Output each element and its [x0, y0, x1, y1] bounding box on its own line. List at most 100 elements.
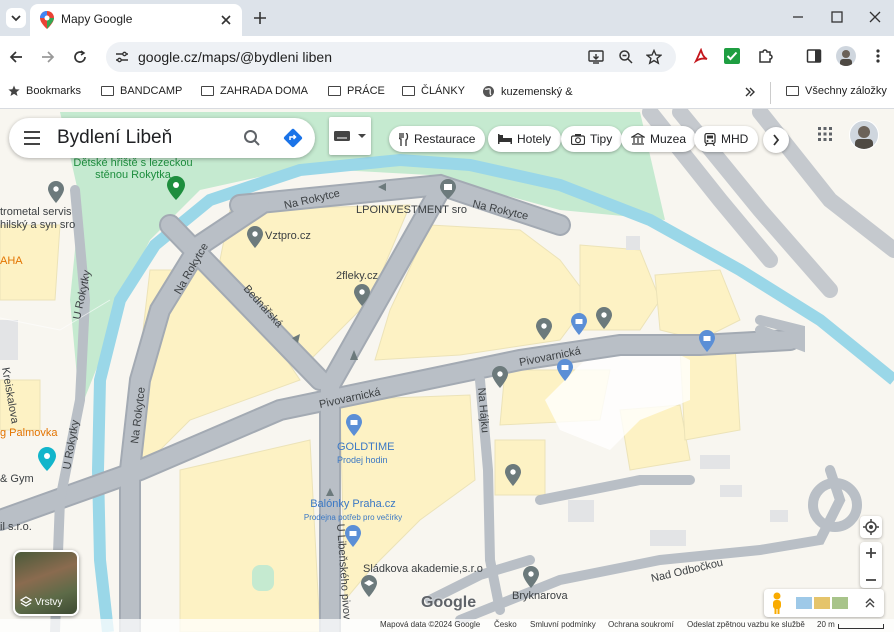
scale-label[interactable]: 20 m — [817, 620, 835, 629]
person-icon — [840, 50, 852, 66]
gray-pin-icon[interactable] — [247, 226, 263, 248]
chip-tipy[interactable]: Tipy — [561, 126, 623, 152]
chip-label: Tipy — [590, 132, 613, 146]
minimize-icon[interactable] — [791, 10, 805, 24]
poi-label-lpoinvestment[interactable]: LPOINVESTMENT sro — [356, 204, 467, 216]
imagery-thumbnail[interactable] — [814, 597, 830, 609]
chevron-down-icon — [11, 15, 21, 22]
gray-pin-icon[interactable] — [536, 318, 552, 340]
shopping-pin-icon[interactable] — [571, 313, 587, 335]
shopping-pin-icon[interactable] — [699, 330, 715, 352]
gray-pin-icon[interactable] — [505, 464, 521, 486]
expand-up-icon[interactable] — [864, 597, 876, 609]
chip-muzea[interactable]: Muzea — [621, 126, 697, 152]
apps-grid-icon[interactable] — [818, 127, 832, 141]
search-input[interactable]: Bydlení Libeň — [57, 127, 172, 149]
poi-label-trometal[interactable]: trometal servis hilský a syn sro — [0, 206, 75, 232]
maximize-icon[interactable] — [830, 10, 844, 24]
shopping-pin-icon[interactable] — [345, 525, 361, 547]
poi-label-2fleky[interactable]: 2fleky.cz — [336, 270, 378, 282]
menu-dots-icon[interactable] — [873, 48, 883, 64]
shopping-pin-icon[interactable] — [557, 359, 573, 381]
transit-pin-icon[interactable] — [38, 447, 56, 471]
shopping-pin-icon[interactable] — [346, 414, 362, 436]
extensions-puzzle-icon[interactable] — [757, 48, 773, 64]
zoom-icon[interactable] — [618, 49, 634, 65]
tab-search-button[interactable] — [6, 8, 26, 28]
pdf-extension-icon[interactable] — [693, 48, 709, 64]
map-canvas[interactable]: Na Rokytce Na Rokytce Na Rokytce Na Roky… — [0, 109, 894, 632]
poi-label-playground[interactable]: Dětské hřiště s lezeckou stěnou Rokytka — [58, 157, 208, 181]
country-link[interactable]: Česko — [494, 620, 517, 629]
gray-pin-icon[interactable] — [523, 566, 539, 588]
pegman-icon[interactable] — [770, 592, 784, 614]
structure — [0, 320, 18, 360]
person-icon — [855, 126, 873, 149]
directions-icon[interactable] — [283, 128, 303, 148]
poi-title: Balónky Praha.cz — [310, 498, 396, 510]
close-window-icon[interactable] — [868, 10, 882, 24]
poi-label-goldtime[interactable]: GOLDTIME Prodej hodin — [337, 440, 394, 466]
gray-pin-icon[interactable] — [354, 284, 370, 306]
bookmark-star-icon[interactable] — [646, 49, 662, 65]
hamburger-menu-icon[interactable] — [23, 130, 41, 146]
privacy-link[interactable]: Ochrana soukromí — [608, 620, 674, 629]
gray-pin-icon[interactable] — [48, 181, 64, 203]
poi-label-balonky[interactable]: Balónky Praha.cz Prodejna potřeb pro več… — [283, 497, 423, 524]
poi-label-gym[interactable]: & Gym — [0, 473, 34, 485]
install-app-icon[interactable] — [588, 49, 604, 65]
new-tab-icon[interactable] — [252, 10, 268, 26]
chips-next-button[interactable] — [763, 127, 789, 153]
imagery-thumbnail[interactable] — [832, 597, 848, 609]
more-bookmarks-icon[interactable] — [744, 86, 756, 98]
bookmark-bandcamp[interactable]: BANDCAMP — [101, 85, 182, 97]
chip-hotely[interactable]: Hotely — [488, 126, 562, 152]
bookmark-prace[interactable]: PRÁCE — [328, 85, 385, 97]
bookmark-clanky[interactable]: ČLÁNKY — [402, 85, 465, 97]
zoom-controls — [860, 542, 882, 588]
bookmark-label: kuzemenský & — [501, 85, 573, 98]
account-avatar[interactable] — [849, 120, 879, 150]
address-bar[interactable]: google.cz/maps/@bydleni liben — [106, 42, 676, 72]
gray-pin-icon[interactable] — [492, 366, 508, 388]
feedback-link[interactable]: Odeslat zpětnou vazbu ke službě — [687, 620, 805, 629]
close-tab-icon[interactable] — [220, 14, 232, 26]
chip-mhd[interactable]: MHD — [694, 126, 759, 152]
reload-icon[interactable] — [72, 49, 88, 65]
museum-pin-icon[interactable] — [440, 179, 456, 199]
browser-tab[interactable]: Mapy Google — [30, 4, 242, 36]
site-info-icon[interactable] — [115, 50, 129, 64]
zoom-out-icon[interactable] — [860, 569, 882, 591]
bookmark-kuzemensky[interactable]: kuzemenský & — [482, 85, 573, 98]
profile-avatar[interactable] — [836, 46, 856, 66]
google-maps-pin-icon — [40, 11, 54, 29]
bookmark-bookmarks[interactable]: Bookmarks — [8, 85, 81, 97]
side-panel-icon[interactable] — [806, 48, 822, 64]
street-label-bryknarova: Bryknarova — [512, 590, 569, 602]
poi-label-palmovka[interactable]: g Palmovka — [0, 427, 57, 439]
my-location-icon — [863, 519, 879, 535]
zoom-in-icon[interactable] — [860, 542, 882, 564]
poi-label-aha[interactable]: AHA — [0, 255, 23, 267]
bookmark-all[interactable]: Všechny záložky — [786, 85, 887, 97]
search-icon[interactable] — [243, 129, 261, 147]
poi-label-vztpro[interactable]: Vztpro.cz — [265, 230, 311, 242]
terms-link[interactable]: Smluvní podmínky — [530, 620, 596, 629]
check-extension-icon[interactable] — [724, 48, 740, 64]
my-location-button[interactable] — [860, 516, 882, 538]
poi-label-sladkova[interactable]: Sládkova akademie,s.r.o — [363, 563, 483, 575]
poi-label-sro[interactable]: il s.r.o. — [0, 521, 32, 533]
layers-button[interactable]: Vrstvy — [13, 550, 79, 616]
bed-icon — [498, 134, 512, 144]
imagery-thumbnail[interactable] — [796, 597, 812, 609]
forward-icon[interactable] — [40, 49, 56, 65]
school-pin-icon[interactable] — [361, 575, 377, 597]
maps-search-box[interactable]: Bydlení Libeň — [9, 118, 315, 158]
chip-label: Hotely — [517, 132, 552, 146]
gray-pin-icon[interactable] — [596, 307, 612, 329]
bookmark-label: BANDCAMP — [120, 85, 183, 97]
bookmark-zahrada-doma[interactable]: ZAHRADA DOMA — [201, 85, 308, 97]
back-icon[interactable] — [8, 49, 24, 65]
input-tools-button[interactable] — [329, 117, 371, 155]
chip-restaurace[interactable]: Restaurace — [389, 126, 486, 152]
